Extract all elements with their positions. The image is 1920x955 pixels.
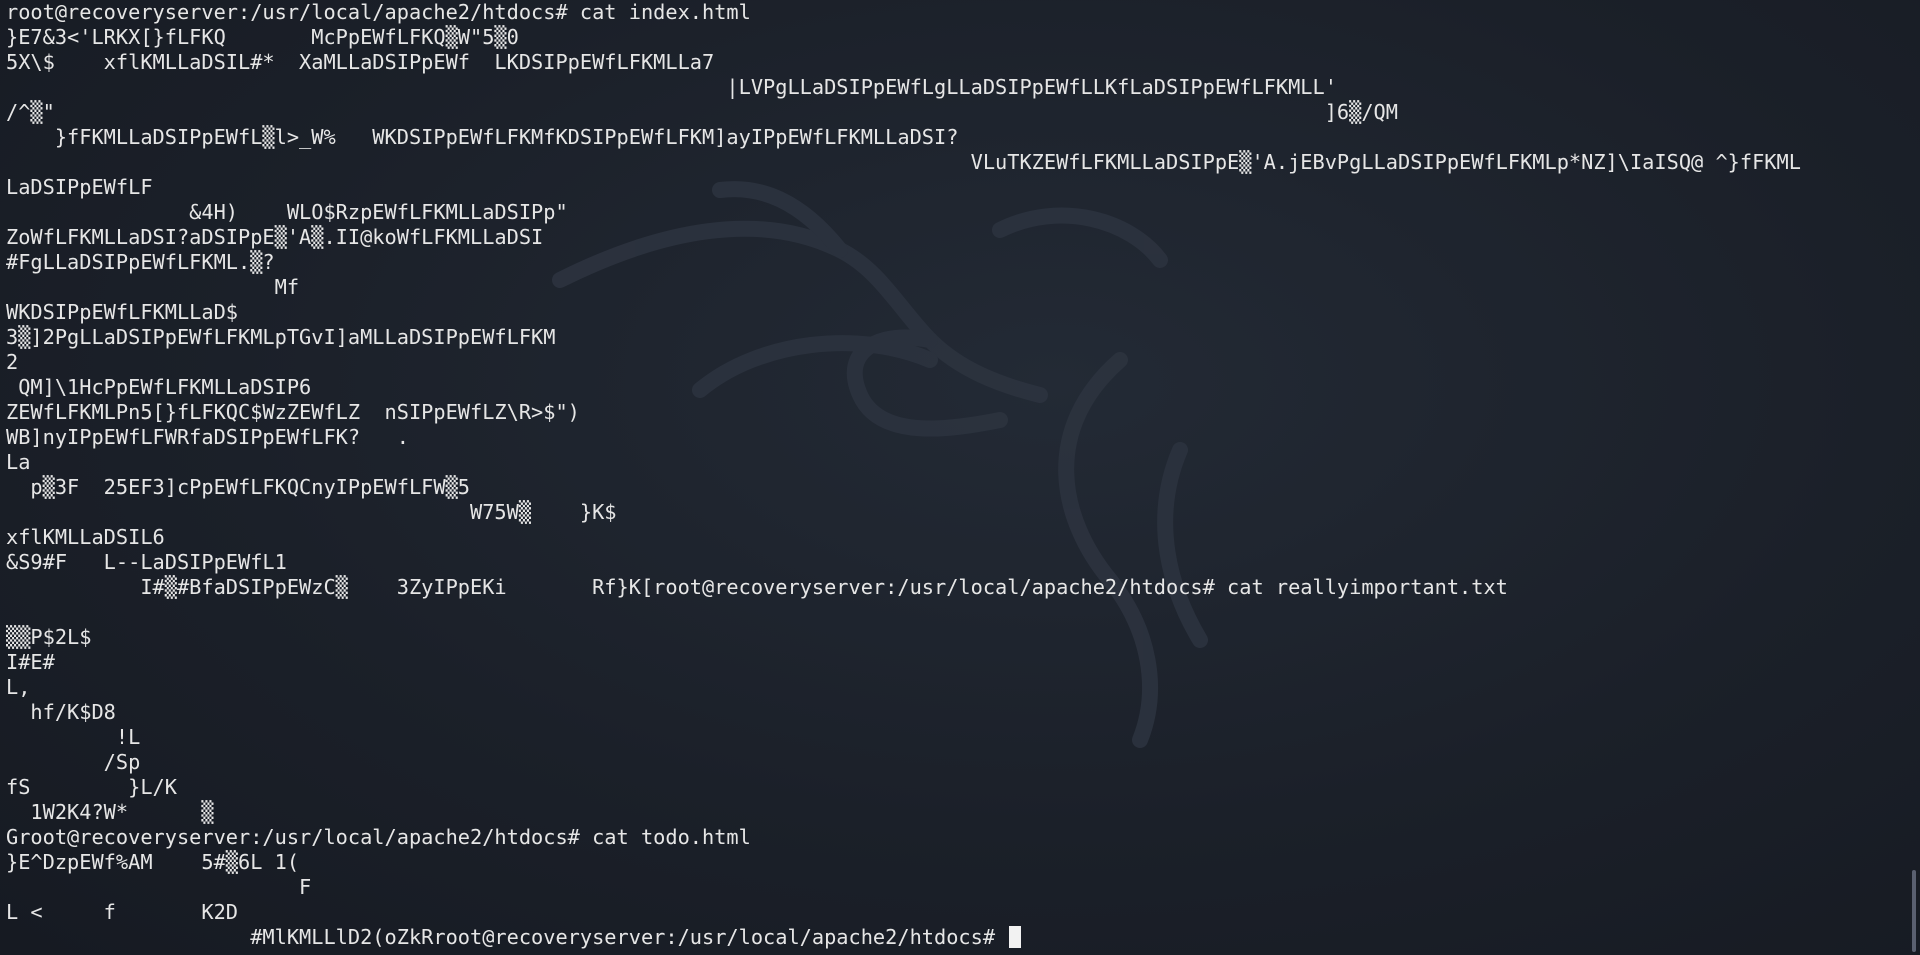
terminal-line: }fFKMLLaDSIPpEWfL▒l>_W% WKDSIPpEWfLFKMfK…: [6, 125, 959, 149]
terminal-line: fS }L/K: [6, 775, 177, 799]
terminal-line: 3▒]2PgLLaDSIPpEWfLFKMLpTGvI]aMLLaDSIPpEW…: [6, 325, 556, 349]
scrollbar-thumb[interactable]: [1912, 870, 1916, 952]
terminal-line: ▒▒P$2L$: [6, 625, 92, 649]
terminal-line: &S9#F L--LaDSIPpEWfL1: [6, 550, 287, 574]
terminal-line: WB]nyIPpEWfLFWRfaDSIPpEWfLFK? .: [6, 425, 409, 449]
terminal-line: p▒3F 25EF3]cPpEWfLFKQCnyIPpEWfLFW▒5: [6, 475, 470, 499]
terminal-line: root@recoveryserver:/usr/local/apache2/h…: [6, 0, 751, 24]
terminal-line: L,: [6, 675, 31, 699]
terminal-line: 1W2K4?W* ▒: [6, 800, 214, 824]
terminal-line: !L: [6, 725, 141, 749]
terminal-line: I#▒#BfaDSIPpEWzC▒ 3ZyIPpEKi Rf}K[root@re…: [6, 575, 1508, 599]
terminal-line: WKDSIPpEWfLFKMLLaD$: [6, 300, 238, 324]
terminal-line: #FgLLaDSIPpEWfLFKML.▒?: [6, 250, 275, 274]
text-cursor: [1009, 926, 1022, 948]
terminal-line: 5X\$ xflKMLLaDSIL#* XaMLLaDSIPpEWf LKDSI…: [6, 50, 715, 74]
terminal-line: VLuTKZEWfLFKMLLaDSIPpE▒'A.jEBvPgLLaDSIPp…: [6, 150, 1801, 174]
terminal-line: |LVPgLLaDSIPpEWfLgLLaDSIPpEWfLLKfLaDSIPp…: [6, 75, 1337, 99]
terminal-line: xflKMLLaDSIL6: [6, 525, 165, 549]
terminal-line: }E^DzpEWf%AM 5#▒6L 1(: [6, 850, 300, 874]
terminal-line: ZoWfLFKMLLaDSI?aDSIPpE▒'A▒.II@koWfLFKMLL…: [6, 225, 544, 249]
terminal-line: L < f K2D: [6, 900, 238, 924]
terminal-line: Mf: [6, 275, 300, 299]
terminal-line: La: [6, 450, 31, 474]
terminal-line: /Sp: [6, 750, 141, 774]
terminal-line: 2: [6, 350, 19, 374]
terminal-line: /^▒" ]6▒/QM: [6, 100, 1398, 124]
scrollbar[interactable]: [1910, 0, 1916, 955]
terminal-window[interactable]: root@recoveryserver:/usr/local/apache2/h…: [0, 0, 1920, 955]
terminal-line: ZEWfLFKMLPn5[}fLFKQC$WzZEWfLZ nSIPpEWfLZ…: [6, 400, 580, 424]
terminal-line: QM]\1HcPpEWfLFKMLLaDSIP6: [6, 375, 312, 399]
terminal-line: I#E#: [6, 650, 55, 674]
terminal-line: W75W▒ }K$: [6, 500, 617, 524]
terminal-line: Groot@recoveryserver:/usr/local/apache2/…: [6, 825, 751, 849]
terminal-line: &4H) WLO$RzpEWfLFKMLLaDSIPp": [6, 200, 568, 224]
prompt-line[interactable]: #MlKMLLlD2(oZkRroot@recoveryserver:/usr/…: [6, 925, 1801, 950]
terminal-line: }E7&3<'LRKX[}fLFKQ McPpEWfLFKQ▒W"5▒0: [6, 25, 519, 49]
shell-prompt: #MlKMLLlD2(oZkRroot@recoveryserver:/usr/…: [6, 925, 1008, 949]
terminal-line: F: [6, 875, 312, 899]
terminal-line: LaDSIPpEWfLF: [6, 175, 153, 199]
terminal-output[interactable]: root@recoveryserver:/usr/local/apache2/h…: [6, 0, 1801, 950]
terminal-line: hf/K$D8: [6, 700, 116, 724]
